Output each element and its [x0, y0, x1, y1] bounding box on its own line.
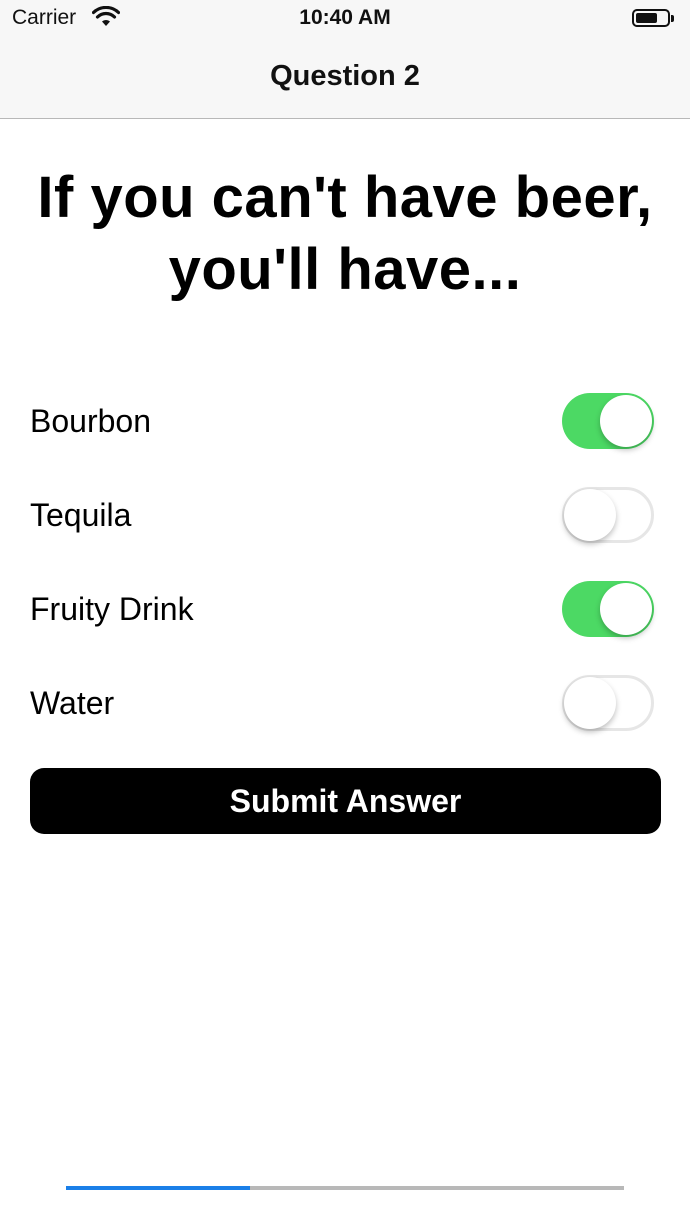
option-label: Water: [30, 685, 115, 721]
option-row-bourbon: Bourbon: [30, 387, 660, 457]
toggle-switch[interactable]: [562, 393, 654, 449]
battery-icon: [632, 9, 674, 27]
option-row-fruity-drink: Fruity Drink: [30, 575, 660, 645]
option-label: Fruity Drink: [30, 591, 194, 627]
page-title: Question 2: [270, 60, 420, 92]
progress-fill: [66, 1186, 251, 1190]
question-text: If you can't have beer, you'll have...: [37, 165, 653, 302]
option-row-tequila: Tequila: [30, 481, 660, 551]
progress-bar: [66, 1186, 624, 1190]
toggle-switch[interactable]: [562, 581, 654, 637]
toggle-knob: [600, 395, 652, 447]
option-label: Bourbon: [30, 403, 151, 439]
toggle-switch[interactable]: [562, 675, 654, 731]
battery-level: [636, 13, 657, 23]
toggle-knob: [564, 677, 616, 729]
submit-answer-button[interactable]: Submit Answer: [30, 768, 661, 834]
toggle-knob: [564, 489, 616, 541]
toggle-switch[interactable]: [562, 487, 654, 543]
status-bar: Carrier 10:40 AM: [0, 0, 690, 40]
clock: 10:40 AM: [299, 6, 391, 29]
option-label: Tequila: [30, 497, 132, 533]
navigation-bar: Question 2: [0, 40, 690, 119]
option-row-water: Water: [30, 669, 660, 739]
toggle-knob: [600, 583, 652, 635]
